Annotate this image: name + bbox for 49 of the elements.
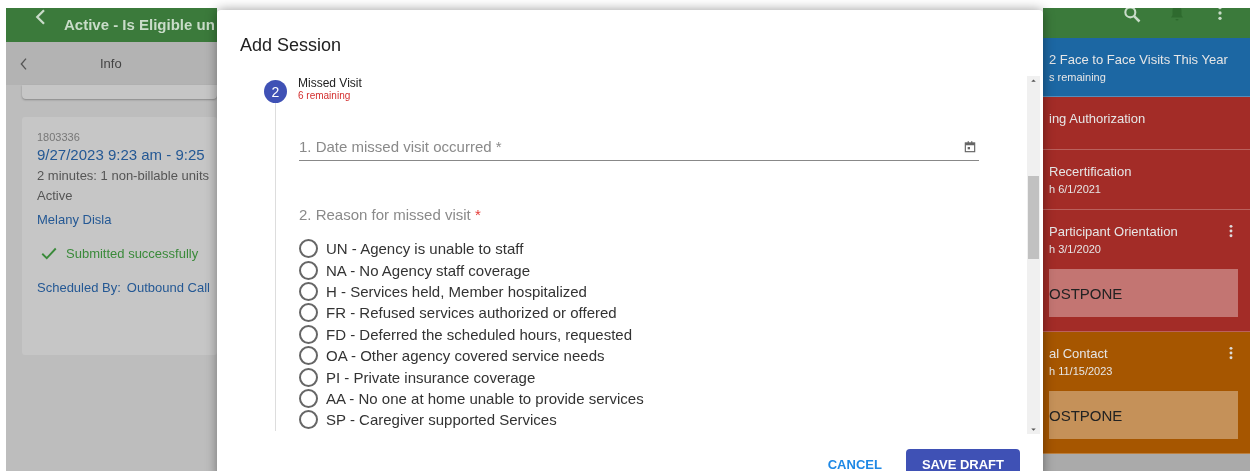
card-subtitle: h 6/1/2021 <box>1049 183 1101 195</box>
person-link[interactable]: Melany Disla <box>37 212 112 227</box>
cancel-button[interactable]: CANCEL <box>827 449 882 471</box>
postpone-button[interactable]: OSTPONE <box>1049 269 1238 317</box>
card-subtitle: s remaining <box>1049 71 1106 83</box>
info-title: Info <box>100 56 122 71</box>
card-subtitle: h 3/1/2020 <box>1049 243 1101 255</box>
search-icon[interactable] <box>1122 8 1142 24</box>
scrollbar[interactable] <box>1027 76 1040 434</box>
radio-option[interactable]: SP - Caregiver supported Services <box>299 409 979 431</box>
step-subtitle: 6 remaining <box>298 90 352 101</box>
scrollbar-thumb[interactable] <box>1028 176 1039 259</box>
status-card[interactable]: 2 Face to Face Visits This Year s remaining <box>1043 38 1250 97</box>
app-bar-title: Active - Is Eligible un <box>64 16 215 33</box>
scroll-up-icon[interactable] <box>1029 76 1038 85</box>
save-draft-button[interactable]: SAVE DRAFT <box>905 449 1020 471</box>
scheduled-by-label: Scheduled By: <box>37 280 121 295</box>
card-title: Participant Orientation <box>1049 224 1178 239</box>
card-title: 2 Face to Face Visits This Year <box>1049 52 1228 67</box>
postpone-button[interactable]: OSTPONE <box>1049 391 1238 439</box>
step-number: 2 <box>264 80 287 103</box>
radio-option[interactable]: H - Services held, Member hospitalized <box>299 280 979 303</box>
dialog-title: Add Session <box>239 34 342 50</box>
success-message: Submitted successfully <box>66 245 199 261</box>
date-field[interactable]: 1. Date missed visit occurred * <box>299 137 979 161</box>
radio-option[interactable]: NA - No Agency staff coverage <box>299 259 979 281</box>
status-card[interactable]: al Contact h 11/15/2023 OSTPONE <box>1043 332 1250 454</box>
card-title: ing Authorization <box>1049 111 1146 126</box>
scroll-down-icon[interactable] <box>1029 425 1038 434</box>
radio-option[interactable]: PI - Private insurance coverage <box>299 366 979 388</box>
status-card[interactable]: ing Authorization <box>1043 97 1250 150</box>
radio-option[interactable]: OA - Other agency covered service needs <box>299 344 979 367</box>
status-card[interactable]: Recertification h 6/1/2021 <box>1043 150 1250 210</box>
card-subtitle: h 11/15/2023 <box>1049 365 1113 377</box>
session-id: 1803336 <box>37 131 80 143</box>
scheduled-by-value: Outbound Call <box>126 280 210 295</box>
radio-option[interactable]: AA - No one at home unable to provide services <box>299 387 979 410</box>
card-title: Recertification <box>1049 164 1132 179</box>
step-title: Missed Visit <box>298 76 362 90</box>
card-title: al Contact <box>1049 346 1108 361</box>
radio-option[interactable]: UN - Agency is unable to staff <box>299 238 979 260</box>
status-card[interactable]: Participant Orientation h 3/1/2020 OSTPONE <box>1043 210 1250 332</box>
radio-option[interactable]: FR - Refused services authorized or offered <box>299 302 979 324</box>
question-label: 2. Reason for missed visit * <box>299 206 481 223</box>
session-time: 9/27/2023 9:23 am - 9:25 <box>37 146 205 163</box>
session-status: Active <box>37 188 73 203</box>
radio-option[interactable]: FD - Deferred the scheduled hours, requested <box>299 323 979 345</box>
calendar-icon[interactable] <box>963 140 977 154</box>
session-duration: 2 minutes: 1 non-billable units <box>37 168 209 183</box>
